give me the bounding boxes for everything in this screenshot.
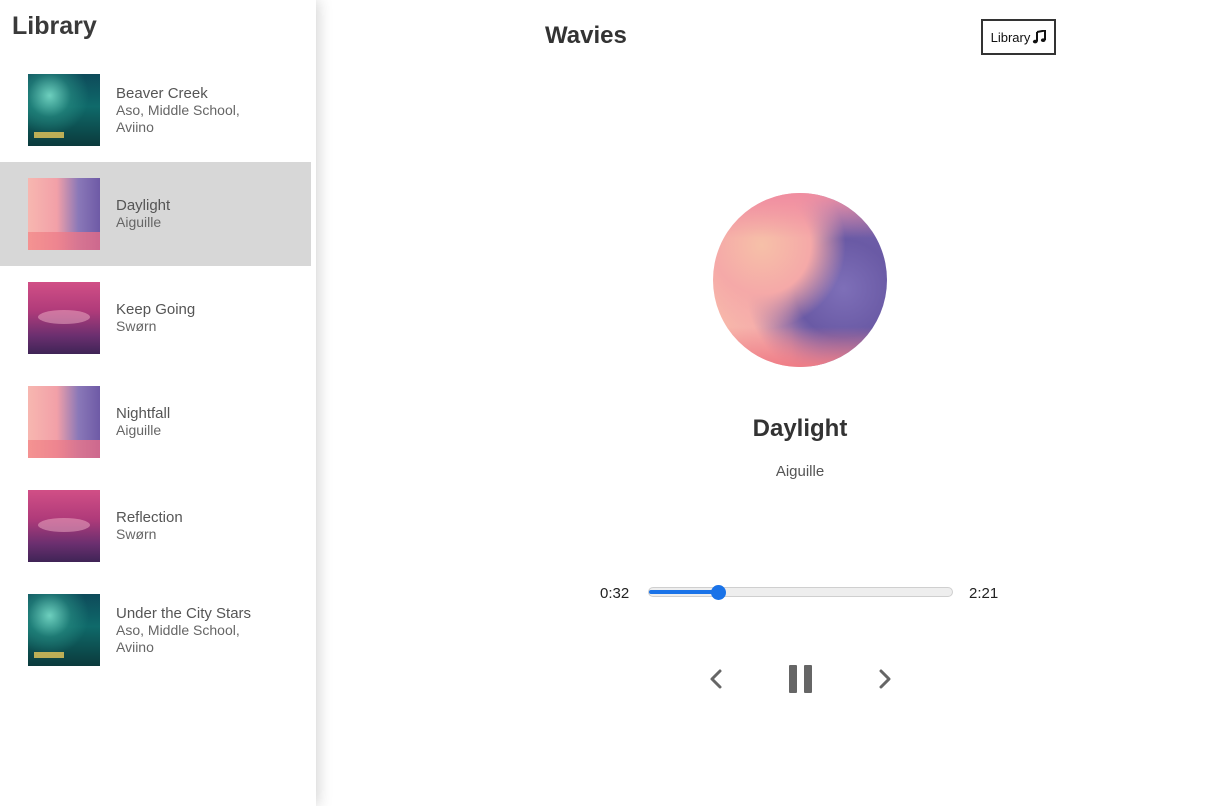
track-name: Keep Going xyxy=(116,301,196,318)
player-main: Wavies Library Daylight Aiguille 0:32 2:… xyxy=(316,0,1227,806)
play-pause-button[interactable] xyxy=(786,663,816,695)
album-cover-image xyxy=(28,178,100,250)
track-info: Nightfall Aiguille xyxy=(116,405,256,439)
track-info: Daylight Aiguille xyxy=(116,197,256,231)
seek-slider[interactable] xyxy=(648,585,953,600)
library-track-under-the-city-stars[interactable]: Under the City Stars Aso, Middle School,… xyxy=(0,578,311,682)
track-info: Under the City Stars Aso, Middle School,… xyxy=(116,605,256,656)
previous-track-button[interactable] xyxy=(704,667,728,691)
library-button-label: Library xyxy=(990,29,1031,45)
library-toggle-button[interactable]: Library xyxy=(981,19,1056,55)
current-song-artist: Aiguille xyxy=(775,463,825,480)
seek-progress-fill xyxy=(649,590,718,594)
track-artist: Swørn xyxy=(116,318,157,334)
track-list: Beaver Creek Aso, Middle School, Aviino … xyxy=(0,58,311,682)
track-artist: Aso, Middle School, Aviino xyxy=(116,101,240,135)
library-title: Library xyxy=(12,12,97,40)
current-time: 0:32 xyxy=(600,585,630,602)
album-cover-image xyxy=(28,594,100,666)
current-song-title: Daylight xyxy=(752,415,848,442)
library-track-keep-going[interactable]: Keep Going Swørn xyxy=(0,266,311,370)
current-album-art xyxy=(713,193,887,367)
seek-thumb[interactable] xyxy=(710,585,726,600)
track-artist: Aso, Middle School, Aviino xyxy=(116,621,240,655)
pause-icon xyxy=(789,665,812,693)
track-name: Under the City Stars xyxy=(116,604,252,622)
track-artist: Aiguille xyxy=(116,214,162,230)
track-name: Reflection xyxy=(116,509,183,526)
album-cover-image xyxy=(28,282,100,354)
track-info: Beaver Creek Aso, Middle School, Aviino xyxy=(116,85,256,136)
library-track-beaver-creek[interactable]: Beaver Creek Aso, Middle School, Aviino xyxy=(0,58,311,162)
track-name: Nightfall xyxy=(116,405,171,422)
track-info: Reflection Swørn xyxy=(116,509,256,543)
chevron-right-icon xyxy=(879,669,891,689)
track-artist: Swørn xyxy=(116,526,157,542)
album-cover-image xyxy=(28,490,100,562)
library-track-reflection[interactable]: Reflection Swørn xyxy=(0,474,311,578)
app-title: Wavies xyxy=(545,22,627,49)
chevron-left-icon xyxy=(710,669,722,689)
album-cover-image xyxy=(28,74,100,146)
library-sidebar: Library Beaver Creek Aso, Middle School,… xyxy=(0,0,316,806)
total-duration: 2:21 xyxy=(969,585,999,602)
track-info: Keep Going Swørn xyxy=(116,301,256,335)
next-track-button[interactable] xyxy=(873,667,897,691)
library-track-nightfall[interactable]: Nightfall Aiguille xyxy=(0,370,311,474)
track-name: Beaver Creek xyxy=(116,84,208,102)
track-name: Daylight xyxy=(116,197,171,214)
album-cover-image xyxy=(28,386,100,458)
music-note-icon xyxy=(1033,30,1047,44)
track-artist: Aiguille xyxy=(116,422,162,438)
library-track-daylight[interactable]: Daylight Aiguille xyxy=(0,162,311,266)
